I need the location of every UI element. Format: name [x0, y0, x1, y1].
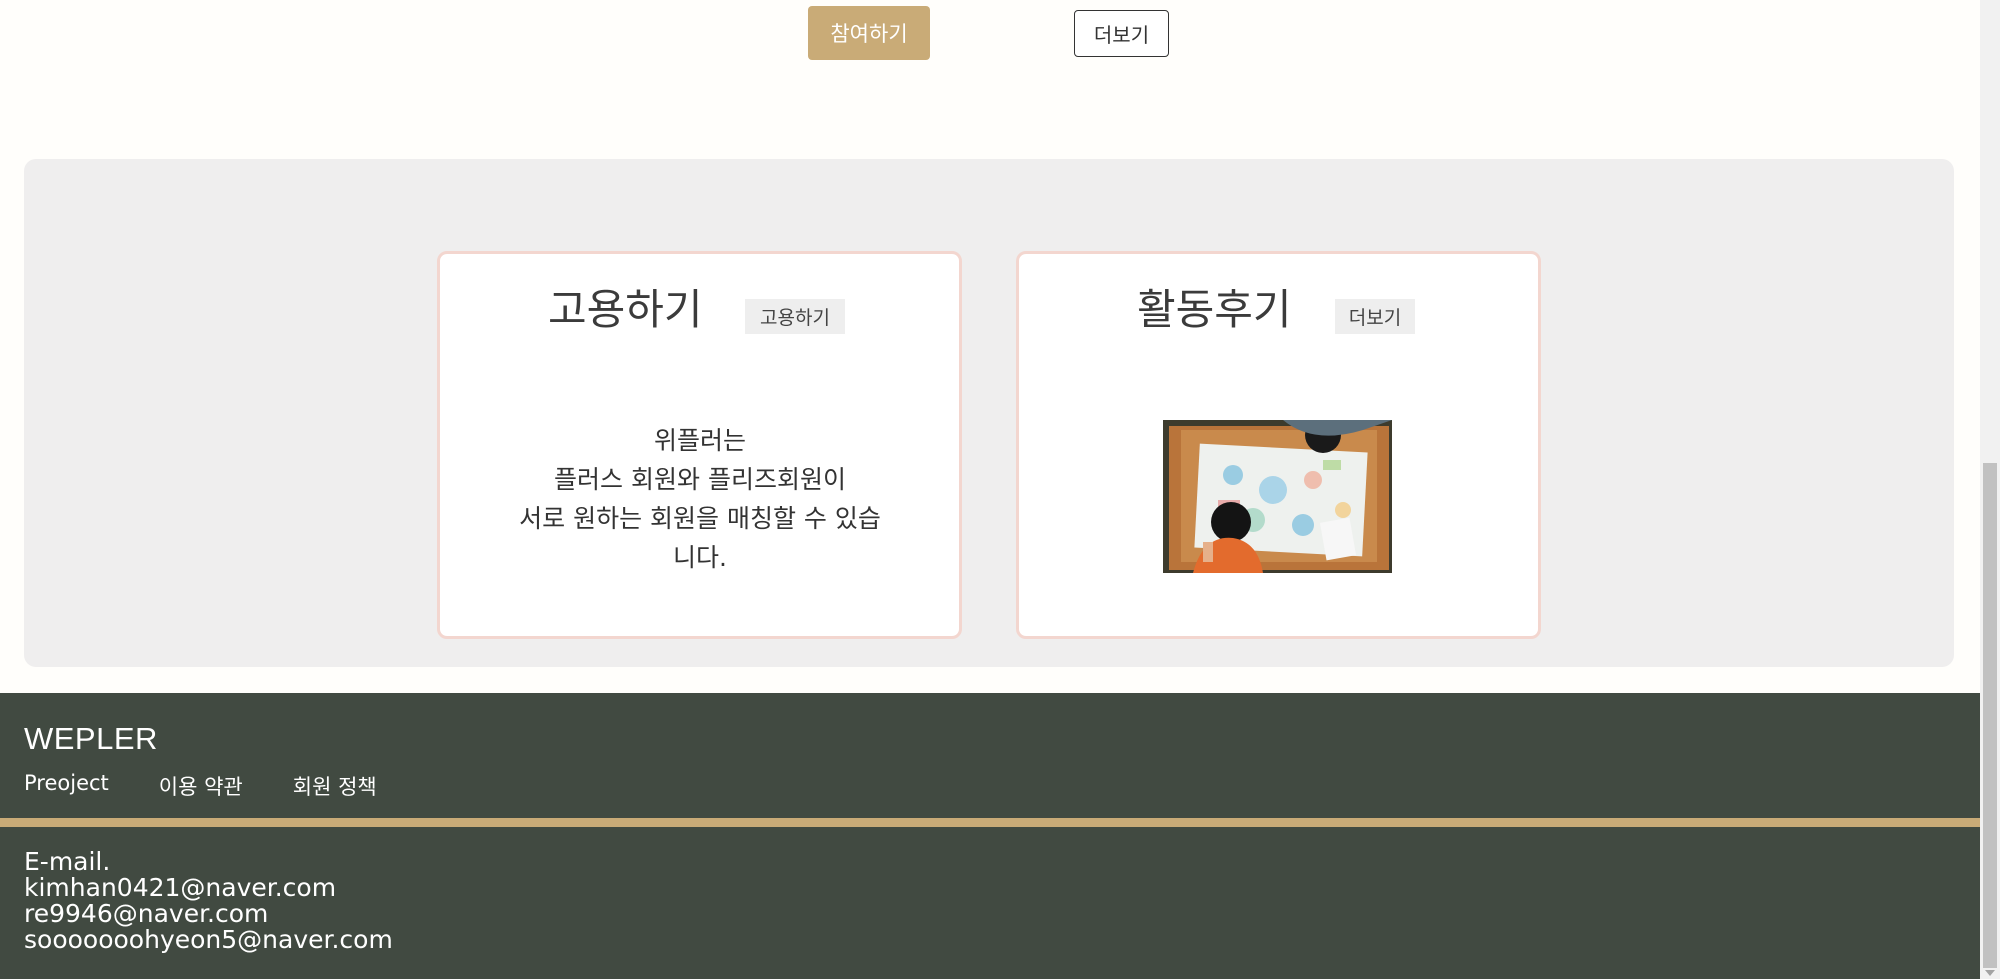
description-line: 위플러는	[653, 426, 746, 455]
contact-email: sooooooohyeon5@naver.com	[24, 925, 393, 954]
vertical-scrollbar[interactable]	[1980, 0, 2000, 979]
contact-email: re9946@naver.com	[24, 899, 269, 928]
description-line: 플러스 회원와 플리즈회원이	[554, 465, 846, 494]
footer-contact: E-mail. kimhan0421@naver.com re9946@nave…	[24, 849, 393, 953]
more-button[interactable]: 더보기	[1074, 10, 1169, 57]
footer-link-member-policy[interactable]: 회원 정책	[293, 771, 377, 801]
children-drawing-photo-icon	[1163, 420, 1392, 573]
footer-links: Preoject 이용 약관 회원 정책	[24, 771, 427, 801]
review-more-button[interactable]: 더보기	[1335, 299, 1415, 334]
hire-card: 고용하기 고용하기 위플러는 플러스 회원와 플리즈회원이 서로 원하는 회원을…	[437, 251, 962, 639]
footer-divider	[0, 818, 1980, 827]
hire-card-description: 위플러는 플러스 회원와 플리즈회원이 서로 원하는 회원을 매칭할 수 있습 …	[485, 421, 915, 577]
review-card: 활동후기 더보기	[1016, 251, 1541, 639]
footer-link-terms[interactable]: 이용 약관	[159, 771, 243, 801]
feature-section	[24, 159, 1954, 667]
contact-email: kimhan0421@naver.com	[24, 873, 337, 902]
footer-brand: WEPLER	[24, 721, 158, 756]
review-photo-svg	[1163, 420, 1392, 573]
site-footer: WEPLER Preoject 이용 약관 회원 정책 E-mail. kimh…	[0, 693, 1980, 979]
hire-card-title: 고용하기	[548, 285, 703, 334]
hire-button[interactable]: 고용하기	[745, 299, 845, 334]
review-card-title: 활동후기	[1137, 285, 1292, 334]
contact-label: E-mail.	[24, 847, 111, 876]
page-viewport: 참여하기 더보기 고용하기 고용하기 위플러는 플러스 회원와 플리즈회원이 서…	[0, 0, 1980, 979]
description-line: 서로 원하는 회원을 매칭할 수 있습	[519, 504, 881, 533]
scrollbar-thumb[interactable]	[1983, 463, 1997, 968]
footer-link-project[interactable]: Preoject	[24, 771, 109, 801]
join-button[interactable]: 참여하기	[808, 6, 930, 60]
scroll-down-arrow-icon[interactable]	[1985, 970, 1995, 976]
description-line: 니다.	[673, 543, 727, 572]
